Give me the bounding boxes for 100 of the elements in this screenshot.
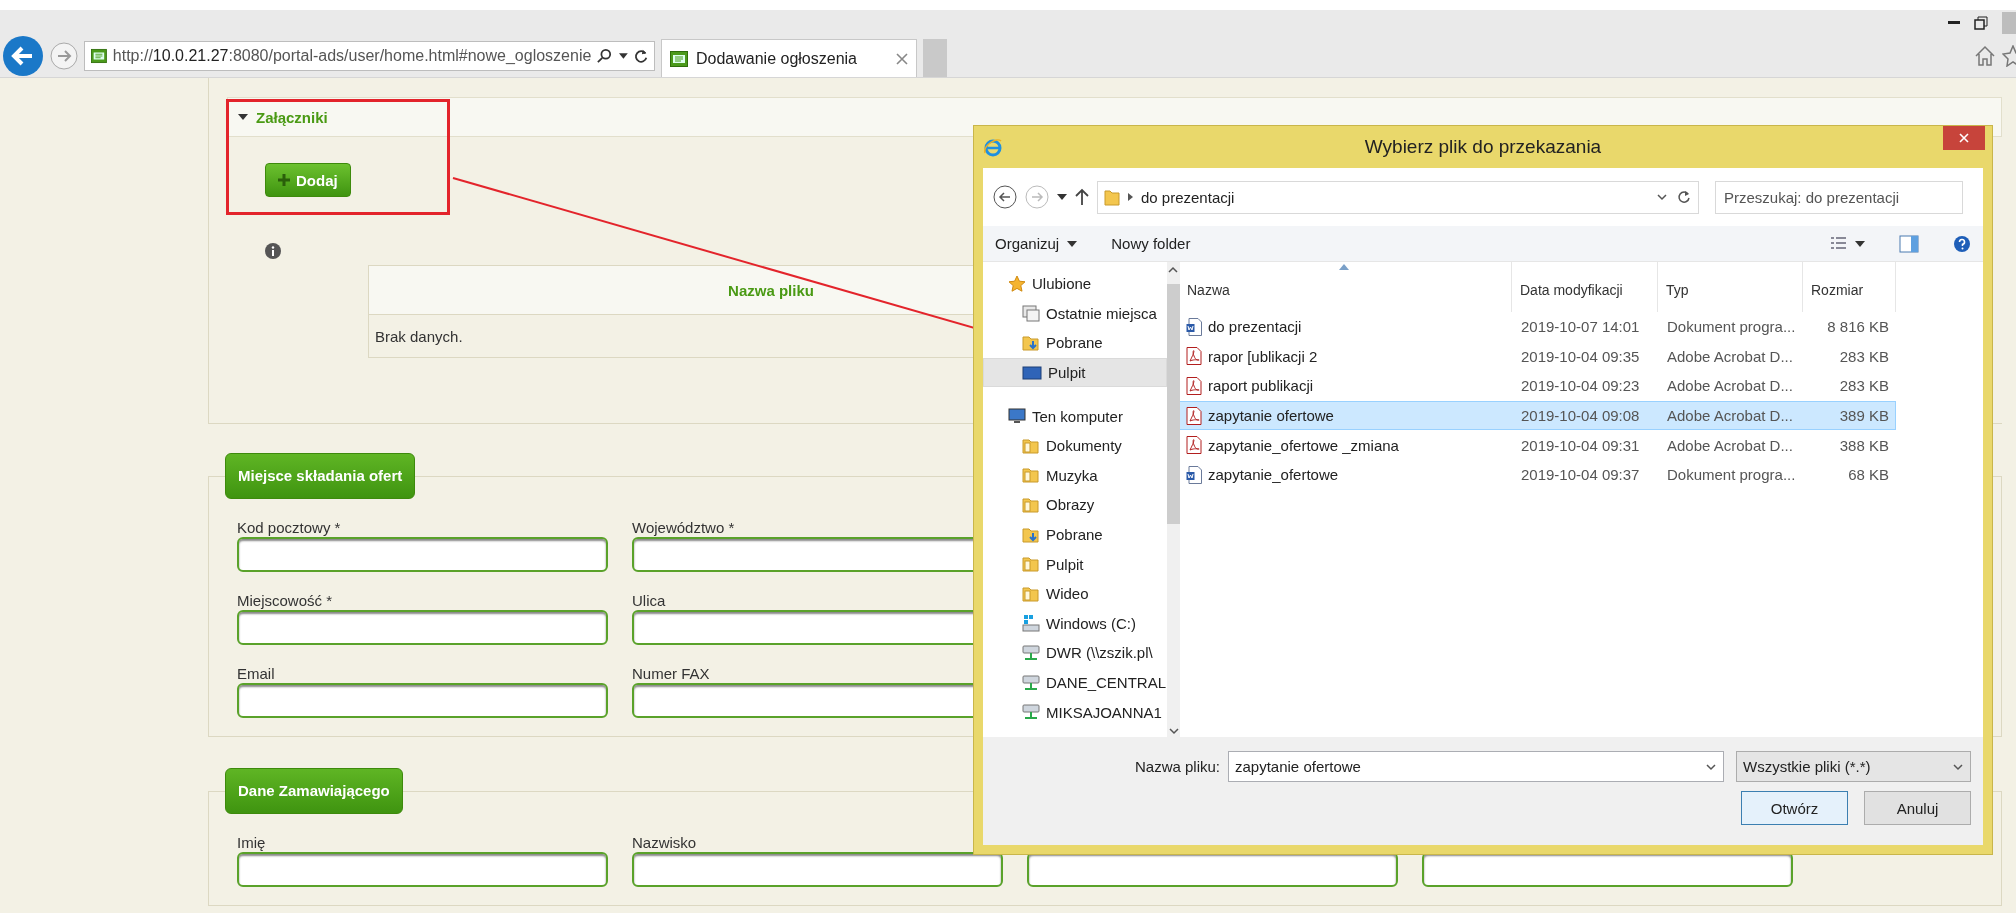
refresh-icon[interactable] <box>1676 189 1692 205</box>
column-header[interactable]: Typ <box>1658 262 1803 312</box>
pdf-document-icon <box>1186 377 1202 395</box>
navigation-item[interactable]: Ten komputer <box>983 401 1168 431</box>
word-document-icon <box>1186 317 1202 336</box>
field-label: Kod pocztowy * <box>237 519 342 537</box>
star-icon[interactable] <box>2002 45 2016 67</box>
file-name: zapytanie ofertowe <box>1208 407 1334 425</box>
file-type: Adobe Acrobat D... <box>1666 377 1794 395</box>
file-size: 283 KB <box>1838 377 1890 395</box>
close-icon <box>1959 133 1969 143</box>
refresh-icon[interactable] <box>633 47 648 65</box>
navigation-item[interactable]: Wideo <box>983 578 1168 609</box>
path-field[interactable]: do prezentacji <box>1097 180 1699 214</box>
navigation-item[interactable]: Obrazy <box>983 490 1168 520</box>
navigation-item[interactable]: Muzyka <box>983 460 1168 491</box>
navigation-item[interactable]: Windows (C:) <box>983 608 1168 639</box>
forward-icon[interactable] <box>50 42 78 70</box>
sort-arrow-icon <box>1339 264 1349 270</box>
file-row[interactable]: zapytanie ofertowe 2019-10-04 09:08 Adobe Acrobat D... 389 KB <box>1179 400 1896 431</box>
file-row[interactable]: do prezentacji 2019-10-07 14:01 Dokument progra... 8 816 KB <box>1179 312 1896 342</box>
download-folder-icon <box>1022 525 1040 544</box>
navigation-item[interactable]: Pobrane <box>983 519 1168 550</box>
column-header[interactable]: Data modyfikacji <box>1512 262 1658 312</box>
input-field[interactable] <box>632 852 1003 887</box>
filename-label: Nazwa pliku: <box>1134 758 1220 775</box>
navigation-item[interactable]: MIKSAJOANNA1 <box>983 697 1168 727</box>
field-label: Numer FAX <box>632 665 711 683</box>
forward-icon[interactable] <box>1025 185 1049 209</box>
browser-logo-icon <box>983 137 1003 157</box>
navigation-item[interactable]: Pulpit <box>983 549 1168 579</box>
download-folder-icon <box>1022 334 1040 352</box>
input-field[interactable] <box>237 610 608 645</box>
file-size: 8 816 KB <box>1826 318 1890 336</box>
close-icon[interactable] <box>896 52 908 65</box>
search-icon[interactable] <box>597 47 614 65</box>
input-field[interactable] <box>237 683 608 718</box>
file-row[interactable]: zapytanie_ofertowe 2019-10-04 09:37 Dokument progra... 68 KB <box>1179 459 1896 490</box>
scrollbar[interactable] <box>1167 262 1181 737</box>
file-type: Dokument progra... <box>1666 318 1797 336</box>
navigation-item[interactable]: Dokumenty <box>983 430 1168 461</box>
cancel-button[interactable]: Anuluj <box>1864 791 1971 825</box>
restore-icon[interactable] <box>1974 15 1988 30</box>
browser-tab[interactable]: Dodawanie ogłoszenia <box>661 39 917 77</box>
column-header[interactable]: Rozmiar <box>1803 262 1896 312</box>
input-field[interactable] <box>237 852 608 887</box>
caret-icon <box>1067 240 1078 247</box>
file-row[interactable]: raport publikacji 2019-10-04 09:23 Adobe Acrobat D... 283 KB <box>1179 371 1896 401</box>
file-name: do prezentacji <box>1208 318 1302 336</box>
navigation-item[interactable]: DWR (\\zszik.pl\ <box>983 638 1168 668</box>
file-date: 2019-10-07 14:01 <box>1520 318 1641 336</box>
filename-field[interactable]: zapytanie ofertowe <box>1228 751 1724 782</box>
home-icon[interactable] <box>1974 45 1996 67</box>
navigation-item[interactable]: Pulpit <box>983 357 1168 388</box>
help-icon[interactable] <box>1953 234 1971 253</box>
open-button[interactable]: Otwórz <box>1741 791 1848 825</box>
folder-icon <box>1022 555 1040 574</box>
network-drive-icon <box>1022 643 1040 662</box>
folder-icon <box>1022 436 1040 455</box>
dropdown-icon <box>1656 191 1668 203</box>
file-row[interactable]: zapytanie_ofertowe _zmiana 2019-10-04 09:31 Adobe Acrobat D... 388 KB <box>1179 430 1896 460</box>
search-field[interactable]: Przeszukaj: do prezentacji <box>1715 180 1963 214</box>
page-icon <box>670 50 688 67</box>
file-type-select[interactable]: Wszystkie pliki (*.*) <box>1736 751 1971 782</box>
file-row[interactable]: rapor [ublikacji 2 2019-10-04 09:35 Adobe Acrobat D... 283 KB <box>1179 341 1896 372</box>
section-title: Dane Zamawiającego <box>225 768 403 814</box>
navigation-item[interactable]: Pobrane <box>983 328 1168 358</box>
field-label: Ulica <box>632 592 667 610</box>
file-size: 388 KB <box>1838 436 1890 454</box>
pdf-document-icon <box>1186 406 1202 425</box>
pdf-document-icon <box>1186 436 1202 455</box>
file-name: rapor [ublikacji 2 <box>1208 347 1318 365</box>
navigation-item[interactable]: Ulubione <box>983 269 1168 299</box>
toolbar-button[interactable]: Organizuj <box>995 235 1078 252</box>
field-label: Email <box>237 665 276 683</box>
input-field[interactable] <box>237 537 608 572</box>
pdf-document-icon <box>1186 347 1202 366</box>
plus-icon <box>278 174 290 186</box>
address-field[interactable]: http://10.0.21.27:8080/portal-ads/user/home.html#nowe_ogloszenie <box>84 41 655 71</box>
file-date: 2019-10-04 09:23 <box>1520 377 1641 395</box>
field-label: Miejscowość * <box>237 592 334 610</box>
back-icon[interactable] <box>993 185 1017 209</box>
file-date: 2019-10-04 09:35 <box>1520 347 1641 365</box>
section-title: Miejsce składania ofert <box>225 453 416 499</box>
navigation-item[interactable]: DANE_CENTRAL <box>983 667 1168 698</box>
minimize-icon[interactable] <box>1948 20 1960 25</box>
toolbar-button[interactable]: Nowy folder <box>1111 235 1191 252</box>
view-options-icon[interactable] <box>1831 235 1865 252</box>
preview-pane-icon[interactable] <box>1899 234 1919 253</box>
up-arrow-icon[interactable] <box>1075 188 1089 206</box>
file-name: raport publikacji <box>1208 377 1314 395</box>
file-date: 2019-10-04 09:31 <box>1520 436 1641 454</box>
file-date: 2019-10-04 09:37 <box>1520 466 1641 484</box>
file-date: 2019-10-04 09:08 <box>1520 407 1641 425</box>
field-label: Nazwisko <box>632 834 698 852</box>
back-icon[interactable] <box>2 35 44 77</box>
file-type: Dokument progra... <box>1666 466 1797 484</box>
recent-places-icon <box>1022 304 1040 323</box>
star-icon <box>1008 274 1026 293</box>
close-button[interactable] <box>1943 126 1985 150</box>
